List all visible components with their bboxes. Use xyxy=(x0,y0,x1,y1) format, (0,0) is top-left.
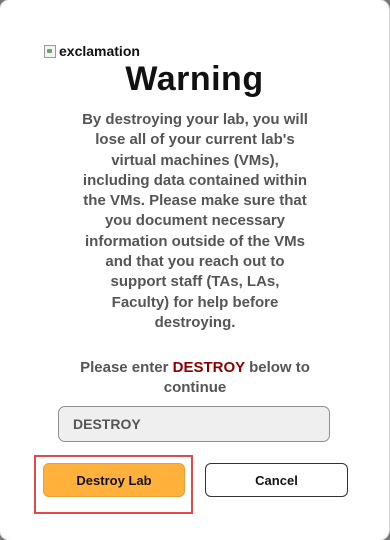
warning-message: By destroying your lab, you will lose al… xyxy=(82,111,308,331)
confirm-input-value: DESTROY xyxy=(73,416,141,432)
destroy-lab-button[interactable]: Destroy Lab xyxy=(43,463,185,497)
prompt-text-before: Please enter xyxy=(80,359,173,376)
dialog-title: Warning xyxy=(125,60,264,98)
prompt-keyword: DESTROY xyxy=(172,359,245,376)
exclamation-icon: exclamation xyxy=(43,43,140,59)
confirm-input[interactable]: DESTROY xyxy=(58,406,330,442)
destroy-lab-dialog: exclamation Warning By destroying your l… xyxy=(0,0,389,540)
image-alt-text: exclamation xyxy=(59,43,140,59)
broken-image-icon xyxy=(43,44,57,58)
confirm-prompt: Please enter DESTROY below to continue xyxy=(60,358,330,398)
cancel-button[interactable]: Cancel xyxy=(205,463,348,497)
